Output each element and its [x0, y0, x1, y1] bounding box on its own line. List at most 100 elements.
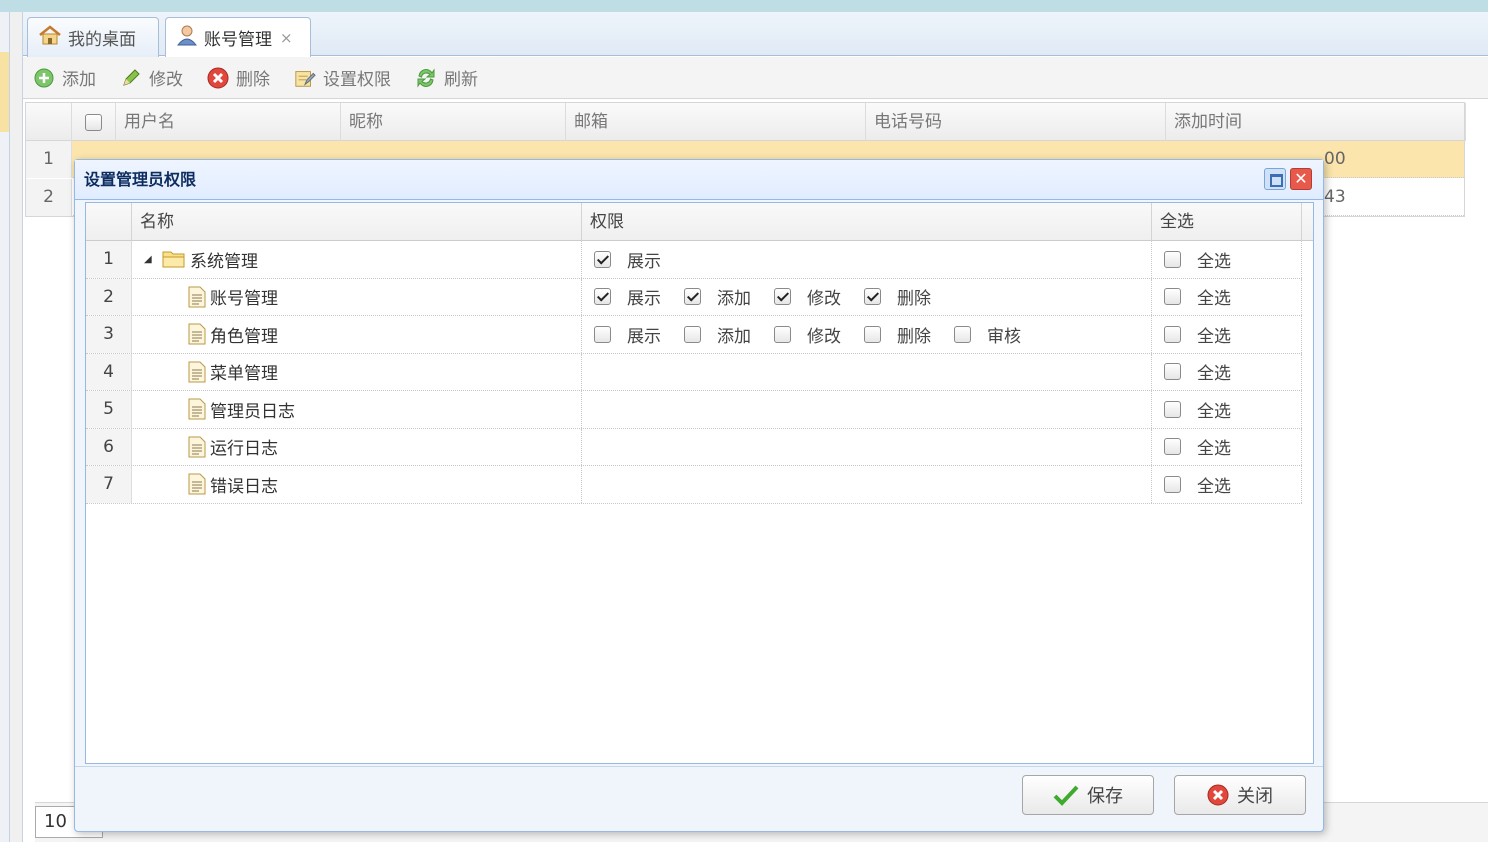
select-all-checkbox[interactable]: [1164, 400, 1181, 418]
select-all-cell: 全选: [1152, 391, 1302, 428]
tab-label: 账号管理: [204, 30, 272, 50]
permission-cell: 展示 添加 修改 删除 审核: [582, 316, 1152, 353]
set-permissions-button[interactable]: 设置权限: [294, 65, 391, 90]
permission-label: 删除: [897, 289, 931, 310]
permission-checkbox[interactable]: [774, 288, 791, 306]
permission-option[interactable]: 删除: [864, 322, 931, 347]
delete-button[interactable]: 删除: [207, 65, 270, 90]
select-all-checkbox[interactable]: [1164, 325, 1181, 343]
table-row[interactable]: 4 菜单管理 全选: [86, 353, 1302, 391]
select-all-option[interactable]: 全选: [1164, 322, 1231, 347]
permission-checkbox[interactable]: [594, 288, 611, 306]
permission-table-header: 名称 权限 全选: [86, 203, 1313, 241]
tree-expand-icon[interactable]: ◢: [144, 254, 158, 265]
row-number: 1: [86, 241, 132, 278]
permission-option[interactable]: 展示: [594, 322, 661, 347]
file-icon: [188, 286, 206, 308]
permission-label: 审核: [987, 326, 1021, 347]
node-name: 账号管理: [210, 289, 278, 310]
close-icon[interactable]: ✕: [1290, 168, 1312, 190]
dialog-title: 设置管理员权限: [84, 170, 197, 189]
tab-close-icon[interactable]: ×: [280, 29, 293, 47]
select-all-option[interactable]: 全选: [1164, 434, 1231, 459]
permission-option[interactable]: 修改: [774, 322, 841, 347]
permission-label: 修改: [807, 326, 841, 347]
permission-checkbox[interactable]: [684, 325, 701, 343]
select-all-cell: 全选: [1152, 316, 1302, 353]
permission-option[interactable]: 展示: [594, 247, 661, 272]
row-number: 1: [26, 141, 72, 178]
select-all-cell: 全选: [1152, 428, 1302, 465]
select-all-checkbox[interactable]: [1164, 438, 1181, 456]
table-row[interactable]: 6 运行日志 全选: [86, 428, 1302, 466]
table-row[interactable]: 2 账号管理 展示 添加 修改 删除 全选: [86, 278, 1302, 316]
permission-checkbox[interactable]: [684, 288, 701, 306]
row-number: 3: [86, 316, 132, 353]
permission-option[interactable]: 展示: [594, 284, 661, 309]
grid-select-all-checkbox[interactable]: [85, 113, 102, 131]
dialog-footer: 保存 关闭: [75, 766, 1323, 831]
permission-option[interactable]: 删除: [864, 284, 931, 309]
permission-checkbox[interactable]: [864, 288, 881, 306]
row-number: 7: [86, 466, 132, 503]
select-all-cell: 全选: [1152, 353, 1302, 390]
permission-option[interactable]: 审核: [954, 322, 1021, 347]
add-button[interactable]: 添加: [33, 65, 96, 90]
add-label: 添加: [62, 70, 96, 90]
maximize-icon[interactable]: [1264, 168, 1286, 190]
select-all-cell: 全选: [1152, 278, 1302, 315]
permission-label: 添加: [717, 289, 751, 310]
permission-checkbox[interactable]: [774, 325, 791, 343]
select-all-checkbox[interactable]: [1164, 250, 1181, 268]
permission-option[interactable]: 添加: [684, 322, 751, 347]
table-row[interactable]: 5 管理员日志 全选: [86, 391, 1302, 429]
permission-checkbox[interactable]: [594, 325, 611, 343]
permission-checkbox[interactable]: [594, 250, 611, 268]
permission-dialog: 设置管理员权限 ✕ 名称 权限 全选 1 ◢ 系统管理 展示 全选 2 账号管理 展示 添加 修改…: [74, 159, 1324, 832]
select-all-option[interactable]: 全选: [1164, 472, 1231, 497]
grid-column-header[interactable]: 昵称: [341, 103, 566, 141]
select-all-checkbox[interactable]: [1164, 288, 1181, 306]
select-all-option[interactable]: 全选: [1164, 359, 1231, 384]
permission-checkbox[interactable]: [954, 325, 971, 343]
left-panel-edge: [0, 12, 10, 842]
permission-label: 修改: [807, 289, 841, 310]
grid-column-header[interactable]: 电话号码: [866, 103, 1166, 141]
permission-column-header: 权限: [582, 203, 1152, 241]
table-row[interactable]: 1 ◢ 系统管理 展示 全选: [86, 241, 1302, 279]
rownum-header: [86, 203, 132, 241]
grid-column-header[interactable]: 用户名: [116, 103, 341, 141]
tab-label: 我的桌面: [68, 30, 136, 50]
save-label: 保存: [1087, 786, 1123, 807]
select-all-checkbox[interactable]: [1164, 475, 1181, 493]
tab-account-management[interactable]: 账号管理 ×: [165, 17, 311, 57]
refresh-button[interactable]: 刷新: [415, 65, 478, 90]
permission-checkbox[interactable]: [864, 325, 881, 343]
top-strip: [0, 0, 1488, 12]
permission-label: 展示: [627, 289, 661, 310]
select-all-option[interactable]: 全选: [1164, 247, 1231, 272]
select-all-option[interactable]: 全选: [1164, 284, 1231, 309]
node-name: 系统管理: [190, 251, 258, 272]
name-cell: ◢ 系统管理: [132, 241, 582, 278]
permission-option[interactable]: 修改: [774, 284, 841, 309]
select-all-checkbox[interactable]: [1164, 363, 1181, 381]
edit-button[interactable]: 修改: [120, 65, 183, 90]
permission-label: 展示: [627, 326, 661, 347]
permission-cell: [582, 353, 1152, 390]
select-all-option[interactable]: 全选: [1164, 397, 1231, 422]
tab-desktop[interactable]: 我的桌面: [27, 17, 159, 57]
select-all-label: 全选: [1197, 326, 1231, 347]
name-column-header: 名称: [132, 203, 582, 241]
save-button[interactable]: 保存: [1022, 775, 1154, 815]
row-number: 5: [86, 391, 132, 428]
checkmark-icon: [1053, 784, 1079, 806]
grid-column-header[interactable]: 邮箱: [566, 103, 866, 141]
table-row[interactable]: 3 角色管理 展示 添加 修改 删除 审核 全选: [86, 316, 1302, 354]
table-row[interactable]: 7 错误日志 全选: [86, 466, 1302, 504]
grid-column-header[interactable]: 添加时间: [1166, 103, 1466, 141]
permission-option[interactable]: 添加: [684, 284, 751, 309]
close-button[interactable]: 关闭: [1174, 775, 1306, 815]
row-number: 4: [86, 353, 132, 390]
dialog-header: 设置管理员权限 ✕: [75, 160, 1323, 200]
